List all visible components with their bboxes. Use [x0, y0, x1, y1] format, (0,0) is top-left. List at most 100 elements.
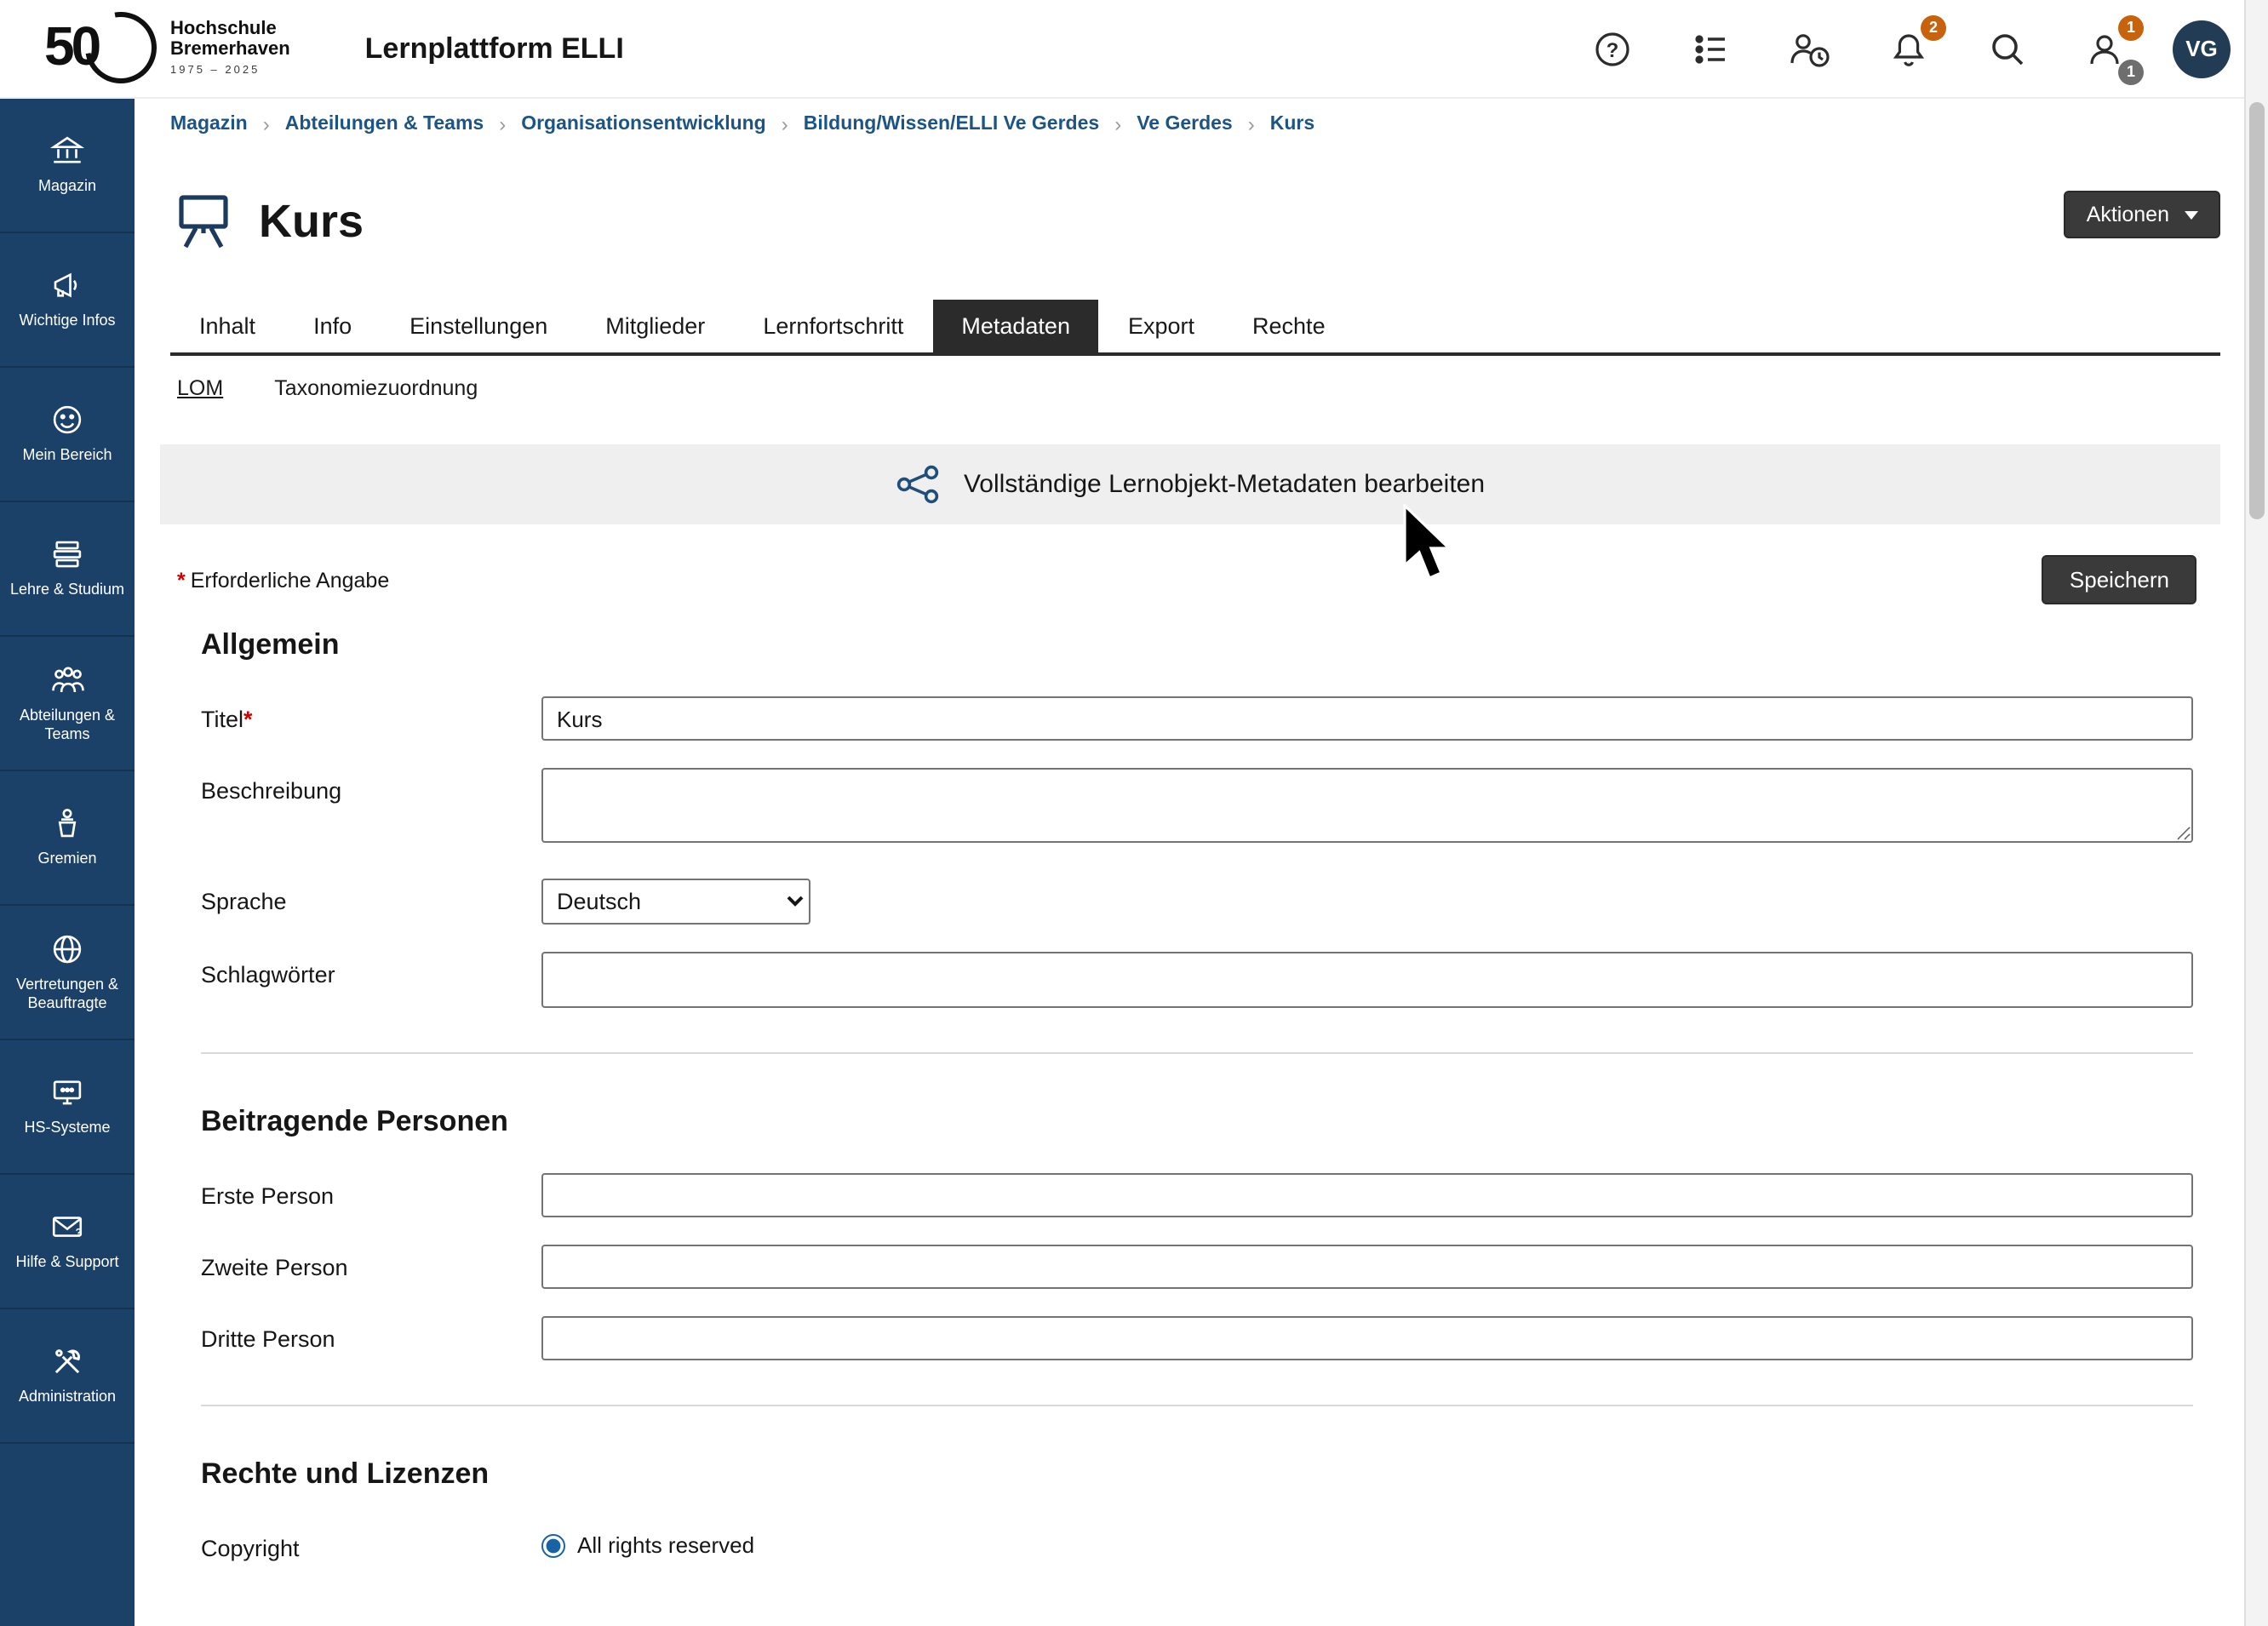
help-icon: ?: [1592, 28, 1633, 69]
books-icon: [49, 537, 85, 573]
page: 50 Hochschule Bremerhaven 1975 – 2025 Le…: [0, 0, 2268, 1626]
scrollbar-thumb[interactable]: [2249, 102, 2265, 519]
sprache-label: Sprache: [201, 879, 541, 914]
sidebar-item-label: Administration: [19, 1388, 116, 1408]
actions-button[interactable]: Aktionen: [2065, 191, 2220, 238]
subtab-lom[interactable]: LOM: [177, 376, 223, 400]
sidebar-item-label: Magazin: [38, 178, 96, 198]
form-row-schlagwoerter: Schlagwörter: [201, 952, 2193, 1008]
titel-input[interactable]: [541, 696, 2193, 741]
logo-name-line1: Hochschule: [170, 20, 290, 41]
tab-inhalt[interactable]: Inhalt: [170, 300, 284, 352]
user-clock-icon: [1788, 28, 1832, 69]
erste-person-input[interactable]: [541, 1173, 2193, 1217]
tab-einstellungen[interactable]: Einstellungen: [381, 300, 576, 352]
sidebar-item-label: Hilfe & Support: [15, 1254, 118, 1274]
breadcrumb-item-bildung-wissen[interactable]: Bildung/Wissen/ELLI Ve Gerdes: [804, 114, 1099, 135]
sidebar-item-vertretungen[interactable]: Vertretungen & Beauftragte: [0, 906, 135, 1040]
subtab-bar: LOM Taxonomiezuordnung: [177, 376, 2220, 400]
breadcrumb-item-ve-gerdes[interactable]: Ve Gerdes: [1137, 114, 1233, 135]
form-row-erste-person: Erste Person: [201, 1173, 2193, 1217]
subtab-taxonomiezuordnung[interactable]: Taxonomiezuordnung: [274, 376, 478, 400]
save-button[interactable]: Speichern: [2042, 555, 2196, 604]
sidebar-item-lehre-studium[interactable]: Lehre & Studium: [0, 502, 135, 637]
sidebar-item-hs-systeme[interactable]: HS-Systeme: [0, 1040, 135, 1175]
dritte-person-control: [541, 1316, 2193, 1360]
dritte-person-input[interactable]: [541, 1316, 2193, 1360]
app-title: Lernplattform ELLI: [365, 31, 624, 66]
titel-required-asterisk: *: [243, 707, 253, 732]
section-divider: [201, 1052, 2193, 1054]
tab-metadaten[interactable]: Metadaten: [932, 300, 1099, 352]
monitor-icon: [49, 1075, 85, 1111]
toc-button[interactable]: [1682, 20, 1740, 77]
last-visited-button[interactable]: [1781, 20, 1839, 77]
sidebar-item-mein-bereich[interactable]: Mein Bereich: [0, 368, 135, 502]
sprache-select[interactable]: Deutsch: [541, 879, 810, 925]
section-heading-rechte: Rechte und Lizenzen: [201, 1457, 2193, 1491]
search-button[interactable]: [1979, 20, 2036, 77]
logo-text: Hochschule Bremerhaven 1975 – 2025: [170, 20, 290, 77]
contacts-button[interactable]: 1 1: [2077, 20, 2135, 77]
sidebar-item-label: HS-Systeme: [24, 1119, 110, 1139]
university-logo[interactable]: 50 Hochschule Bremerhaven 1975 – 2025: [44, 11, 290, 86]
sidebar-item-label: Lehre & Studium: [10, 581, 124, 601]
sidebar-item-wichtige-infos[interactable]: Wichtige Infos: [0, 233, 135, 368]
vertical-scrollbar[interactable]: [2244, 0, 2268, 1626]
podium-icon: [49, 806, 85, 842]
sidebar-item-magazin[interactable]: Magazin: [0, 99, 135, 233]
zweite-person-input[interactable]: [541, 1245, 2193, 1289]
sidebar-item-gremien[interactable]: Gremien: [0, 771, 135, 906]
breadcrumb-item-kurs[interactable]: Kurs: [1270, 114, 1314, 135]
caret-down-icon: [2185, 210, 2198, 219]
beschreibung-label: Beschreibung: [201, 768, 541, 804]
bank-icon: [49, 134, 85, 169]
edit-full-metadata-banner[interactable]: Vollständige Lernobjekt-Metadaten bearbe…: [160, 444, 2220, 524]
notifications-button[interactable]: 2: [1880, 20, 1938, 77]
main-content: Magazin › Abteilungen & Teams › Organisa…: [135, 99, 2244, 1626]
copyright-label: Copyright: [201, 1526, 541, 1561]
tab-export[interactable]: Export: [1099, 300, 1223, 352]
main-sidebar: Magazin Wichtige Infos Mein Bereich Lehr…: [0, 99, 135, 1626]
people-icon: [49, 662, 86, 698]
breadcrumb-item-abteilungen[interactable]: Abteilungen & Teams: [285, 114, 484, 135]
form-row-titel: Titel*: [201, 696, 2193, 741]
copyright-control: All rights reserved: [541, 1526, 2193, 1558]
sidebar-item-abteilungen-teams[interactable]: Abteilungen & Teams: [0, 637, 135, 771]
form-row-dritte-person: Dritte Person: [201, 1316, 2193, 1360]
tab-lernfortschritt[interactable]: Lernfortschritt: [734, 300, 932, 352]
course-board-icon: [172, 191, 235, 252]
sidebar-item-hilfe-support[interactable]: ? Hilfe & Support: [0, 1175, 135, 1309]
svg-text:?: ?: [76, 1227, 82, 1239]
metadata-form: Allgemein Titel* Beschreibung Sprache: [201, 628, 2193, 1561]
breadcrumb: Magazin › Abteilungen & Teams › Organisa…: [170, 112, 2220, 136]
section-heading-allgemein: Allgemein: [201, 628, 2193, 662]
globe-icon: [49, 931, 85, 967]
breadcrumb-item-organisationsentwicklung[interactable]: Organisationsentwicklung: [521, 114, 766, 135]
schlagwoerter-label: Schlagwörter: [201, 952, 541, 988]
schlagwoerter-input[interactable]: [541, 952, 2193, 1008]
zweite-person-label: Zweite Person: [201, 1245, 541, 1280]
copyright-option-label: All rights reserved: [577, 1532, 754, 1558]
beschreibung-textarea[interactable]: [541, 768, 2193, 843]
titel-control: [541, 696, 2193, 741]
sidebar-item-label: Abteilungen & Teams: [5, 707, 129, 745]
section-heading-beitragende: Beitragende Personen: [201, 1105, 2193, 1139]
sidebar-item-administration[interactable]: Administration: [0, 1309, 135, 1444]
form-row-copyright: Copyright All rights reserved: [201, 1526, 2193, 1561]
breadcrumb-separator: ›: [1248, 112, 1255, 136]
breadcrumb-separator: ›: [782, 112, 788, 136]
required-save-row: *Erforderliche Angabe Speichern: [177, 555, 2196, 604]
help-button[interactable]: ?: [1584, 20, 1641, 77]
titel-label: Titel*: [201, 696, 541, 732]
tools-icon: [49, 1344, 85, 1380]
tab-rechte[interactable]: Rechte: [1223, 300, 1354, 352]
tab-info[interactable]: Info: [284, 300, 381, 352]
avatar[interactable]: VG: [2173, 20, 2231, 77]
copyright-radio[interactable]: [541, 1533, 565, 1557]
breadcrumb-item-magazin[interactable]: Magazin: [170, 114, 248, 135]
erste-person-label: Erste Person: [201, 1173, 541, 1209]
banner-label: Vollständige Lernobjekt-Metadaten bearbe…: [964, 470, 1485, 499]
tab-mitglieder[interactable]: Mitglieder: [576, 300, 734, 352]
search-icon: [1987, 28, 2028, 69]
